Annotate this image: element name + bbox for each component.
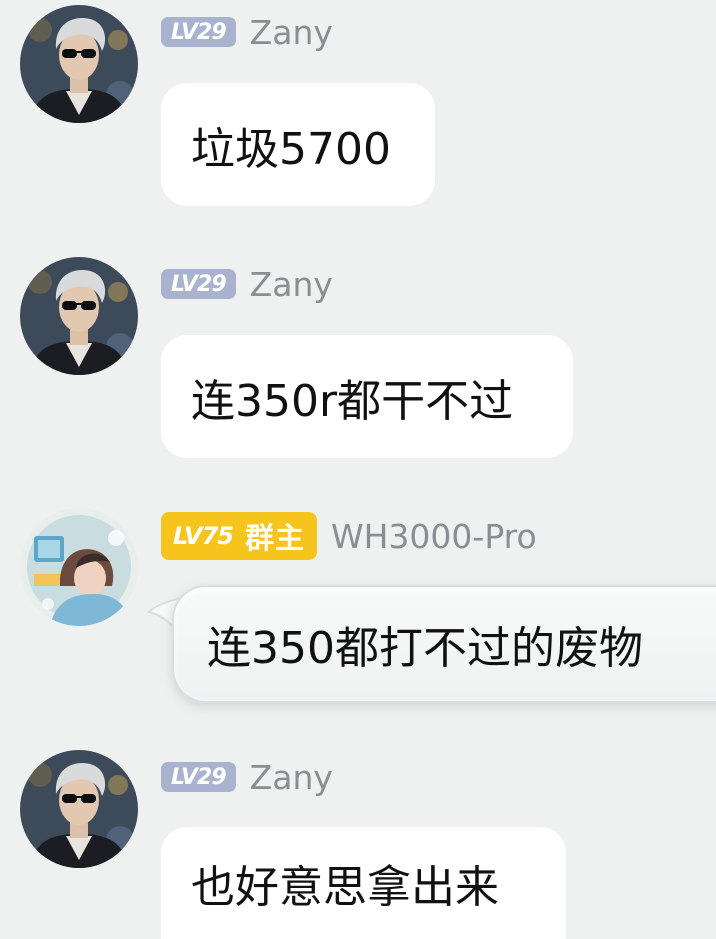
sender-avatar[interactable] xyxy=(20,750,138,868)
level-badge: LV29 xyxy=(161,269,236,299)
message-bubble[interactable]: 垃圾5700 xyxy=(161,83,435,206)
avatar-anime-illustration-icon xyxy=(20,508,138,626)
message-meta: LV29 Zany xyxy=(161,265,333,304)
level-badge-owner: LV75 群主 xyxy=(161,512,317,560)
sender-avatar[interactable] xyxy=(20,5,138,123)
sender-name[interactable]: WH3000-Pro xyxy=(331,517,537,556)
sender-name[interactable]: Zany xyxy=(250,13,333,52)
level-badge: LV29 xyxy=(161,17,236,47)
message-bubble-special[interactable]: 连350都打不过的废物 xyxy=(172,585,716,703)
message-bubble[interactable]: 连350r都干不过 xyxy=(161,335,573,458)
message-bubble[interactable]: 也好意思拿出来 xyxy=(161,827,566,939)
sender-name[interactable]: Zany xyxy=(250,265,333,304)
sender-avatar[interactable] xyxy=(20,257,138,375)
message-meta: LV29 Zany xyxy=(161,13,333,52)
message-meta: LV75 群主 WH3000-Pro xyxy=(161,512,537,560)
avatar-man-sunglasses-icon xyxy=(20,750,138,868)
avatar-man-sunglasses-icon xyxy=(20,257,138,375)
owner-role-label: 群主 xyxy=(244,521,305,555)
sender-avatar[interactable] xyxy=(20,508,138,626)
avatar-man-sunglasses-icon xyxy=(20,5,138,123)
level-badge-level: LV75 xyxy=(173,522,234,550)
sender-name[interactable]: Zany xyxy=(250,758,333,797)
message-meta: LV29 Zany xyxy=(161,758,333,797)
level-badge: LV29 xyxy=(161,762,236,792)
